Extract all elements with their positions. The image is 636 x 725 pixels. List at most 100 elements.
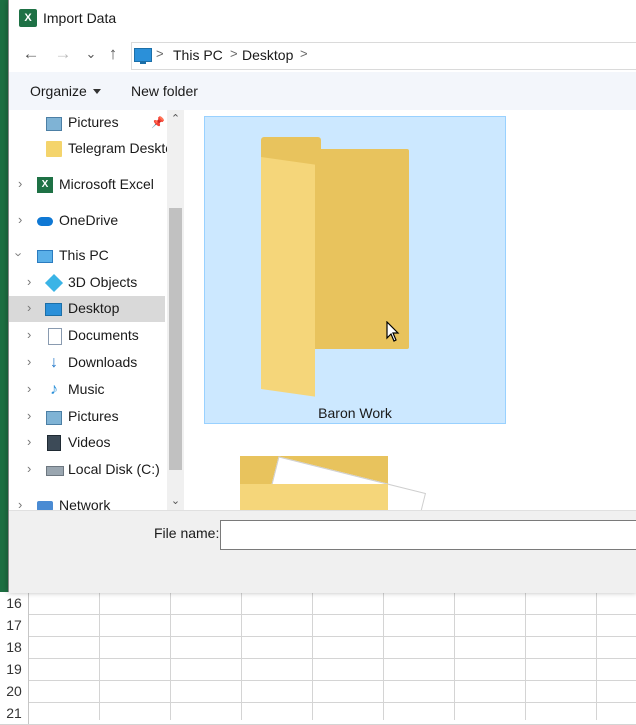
sidebar-item-this-pc[interactable]: › This PC	[9, 243, 165, 269]
breadcrumb-separator[interactable]: >	[156, 46, 164, 61]
pictures-icon	[46, 411, 62, 425]
sidebar-item-3d-objects[interactable]: › 3D Objects	[9, 270, 165, 296]
command-bar: Organize New folder	[9, 72, 636, 111]
cube-icon	[44, 273, 64, 293]
scroll-up-icon[interactable]: ⌃	[167, 112, 184, 125]
cloud-icon	[37, 217, 53, 226]
breadcrumb-separator[interactable]: >	[230, 46, 238, 61]
row-header[interactable]: 19	[0, 658, 29, 681]
chevron-right-icon[interactable]: ›	[27, 381, 31, 396]
chevron-right-icon[interactable]: ›	[18, 497, 22, 510]
breadcrumb-separator[interactable]: >	[300, 46, 308, 61]
file-name-bar: File name:	[9, 510, 636, 593]
address-bar[interactable]: > This PC > Desktop >	[131, 42, 636, 70]
breadcrumb-this-pc[interactable]: This PC	[173, 47, 223, 63]
forward-arrow-icon[interactable]: →	[53, 44, 73, 64]
up-arrow-icon[interactable]: ↑	[103, 44, 123, 64]
dialog-title: Import Data	[43, 10, 117, 26]
breadcrumb-desktop[interactable]: Desktop	[242, 47, 293, 63]
sidebar-item-label: Downloads	[68, 354, 138, 370]
grid-row[interactable]	[28, 680, 636, 703]
grid-row[interactable]	[28, 614, 636, 637]
scrollbar-thumb[interactable]	[169, 208, 182, 470]
desktop-icon	[45, 303, 62, 316]
document-icon	[48, 328, 62, 345]
grid-row[interactable]	[28, 702, 636, 725]
scroll-down-icon[interactable]: ⌄	[167, 494, 184, 507]
row-header[interactable]: 17	[0, 614, 29, 637]
sidebar-item-telegram[interactable]: Telegram Deskto	[9, 136, 173, 162]
sidebar-item-pictures-pinned[interactable]: Pictures 📌	[9, 110, 165, 136]
sidebar-item-label: Music	[68, 381, 105, 397]
grid-row[interactable]	[28, 658, 636, 681]
grid-column-line	[241, 592, 242, 720]
sidebar-item-downloads[interactable]: › ↓ Downloads	[9, 350, 165, 376]
sidebar-scrollbar[interactable]: ⌃ ⌄	[167, 110, 184, 510]
grid-column-line	[170, 592, 171, 720]
navigation-pane: Pictures 📌 Telegram Deskto › X Microsoft…	[9, 110, 184, 510]
sidebar-item-microsoft-excel[interactable]: › X Microsoft Excel	[9, 172, 165, 198]
grid-row[interactable]	[28, 592, 636, 615]
file-name-input[interactable]	[220, 520, 636, 550]
sidebar-item-label: Local Disk (C:)	[68, 461, 160, 477]
sidebar-item-label: Videos	[68, 434, 111, 450]
back-arrow-icon[interactable]: ←	[21, 44, 41, 64]
grid-column-line	[454, 592, 455, 720]
sidebar-item-label: This PC	[59, 247, 109, 263]
row-header[interactable]: 20	[0, 680, 29, 703]
sidebar-item-documents[interactable]: › Documents	[9, 323, 165, 349]
sidebar-item-label: Telegram Deskto	[68, 140, 174, 156]
chevron-right-icon[interactable]: ›	[27, 354, 31, 369]
row-header[interactable]: 16	[0, 592, 29, 615]
grid-column-line	[596, 592, 597, 720]
chevron-right-icon[interactable]: ›	[27, 274, 31, 289]
sidebar-item-label: Network	[59, 497, 111, 510]
video-film-icon	[47, 435, 61, 451]
chevron-right-icon[interactable]: ›	[18, 176, 22, 191]
chevron-right-icon[interactable]: ›	[27, 434, 31, 449]
folder-front	[240, 484, 388, 510]
sidebar-item-local-disk[interactable]: › Local Disk (C:)	[9, 457, 165, 483]
chevron-right-icon[interactable]: ›	[27, 327, 31, 342]
folder-front	[261, 157, 315, 397]
grid-row[interactable]	[28, 636, 636, 659]
hard-disk-icon	[46, 466, 64, 476]
folder-label: Baron Work	[318, 405, 392, 421]
sidebar-item-network[interactable]: › Network	[9, 493, 165, 510]
chevron-right-icon[interactable]: ›	[27, 408, 31, 423]
sidebar-item-label: Documents	[68, 327, 139, 343]
sidebar-item-desktop[interactable]: › Desktop	[9, 296, 165, 322]
chevron-right-icon[interactable]: ›	[27, 461, 31, 476]
row-header[interactable]: 18	[0, 636, 29, 659]
sidebar-item-label: Microsoft Excel	[59, 176, 154, 192]
sidebar-item-videos[interactable]: › Videos	[9, 430, 165, 456]
chevron-right-icon[interactable]: ›	[27, 300, 31, 315]
pin-icon: 📌	[151, 117, 165, 129]
grid-column-line	[312, 592, 313, 720]
sidebar-item-label: Pictures	[68, 114, 119, 130]
grid-column-line	[525, 592, 526, 720]
sidebar-item-music[interactable]: › ♪ Music	[9, 377, 165, 403]
sidebar-item-pictures[interactable]: › Pictures	[9, 404, 165, 430]
import-data-dialog: X Import Data ← → ⌄ ↑ > This PC > Deskto…	[8, 0, 636, 593]
sidebar-item-onedrive[interactable]: › OneDrive	[9, 208, 165, 234]
new-folder-button[interactable]: New folder	[131, 83, 198, 99]
chevron-down-icon[interactable]: ›	[12, 252, 27, 256]
folder-tile-baron-work[interactable]: Baron Work	[204, 116, 506, 424]
chevron-down-icon	[92, 89, 101, 94]
row-header[interactable]: 21	[0, 702, 29, 725]
sidebar-item-label: Pictures	[68, 408, 119, 424]
recent-locations-chevron-icon[interactable]: ⌄	[81, 44, 101, 64]
organize-label: Organize	[30, 83, 87, 99]
chevron-right-icon[interactable]: ›	[18, 212, 22, 227]
title-bar[interactable]: X Import Data	[9, 0, 636, 36]
navigation-bar: ← → ⌄ ↑ > This PC > Desktop >	[9, 36, 636, 72]
music-note-icon: ♪	[50, 381, 58, 398]
sidebar-item-label: OneDrive	[59, 212, 119, 228]
file-name-label: File name:	[154, 525, 220, 541]
excel-window-edge	[0, 0, 8, 592]
network-icon	[37, 501, 53, 510]
folder-tile-partial[interactable]	[240, 456, 427, 510]
grid-column-line	[383, 592, 384, 720]
organize-button[interactable]: Organize	[30, 83, 101, 99]
